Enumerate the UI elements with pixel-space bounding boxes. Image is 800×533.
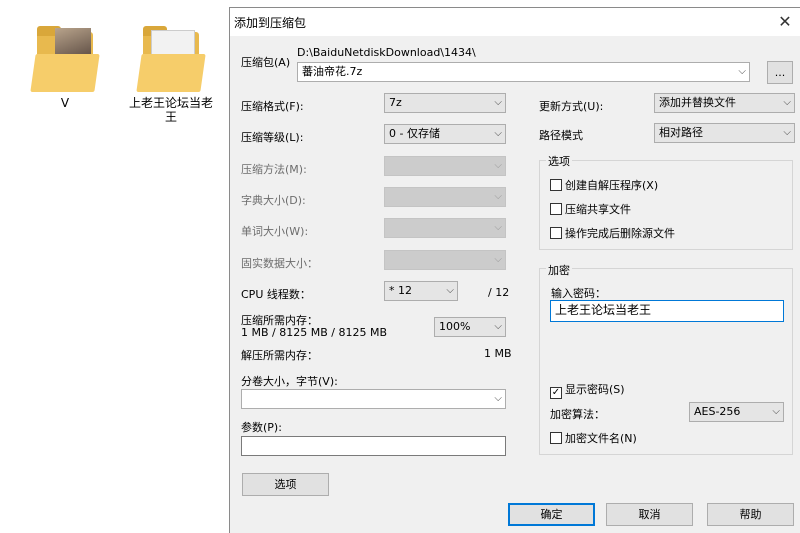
- chevron-down-icon: ⌵: [446, 285, 454, 296]
- mem-decompress-label: 解压所需内存：: [241, 349, 318, 362]
- format-label: 压缩格式(F):: [241, 100, 304, 113]
- encrypt-names-label: 加密文件名(N): [565, 432, 637, 445]
- chevron-down-icon: ⌵: [494, 191, 502, 202]
- archive-path: D:\BaiduNetdiskDownload\1434\: [297, 46, 476, 59]
- folder-v[interactable]: V: [22, 24, 108, 110]
- params-input[interactable]: [241, 436, 506, 456]
- path-select[interactable]: 相对路径 ⌵: [654, 123, 795, 143]
- solid-select: ⌵: [384, 250, 506, 270]
- archive-label: 压缩包(A): [241, 56, 291, 69]
- chevron-down-icon: ⌵: [783, 127, 791, 138]
- update-select[interactable]: 添加并替换文件 ⌵: [654, 93, 795, 113]
- level-select[interactable]: 0 - 仅存储 ⌵: [384, 124, 506, 144]
- encrypt-group-title: 加密: [546, 262, 572, 278]
- split-combo[interactable]: ⌵: [241, 389, 506, 409]
- checkbox-box: [550, 179, 562, 191]
- options-group-title: 选项: [546, 153, 572, 169]
- archive-name-value: 蕃油帝花.7z: [302, 65, 363, 78]
- archive-name-combo[interactable]: 蕃油帝花.7z ⌵: [297, 62, 750, 82]
- cpu-select[interactable]: * 12 ⌵: [384, 281, 458, 301]
- chevron-down-icon: ⌵: [494, 321, 502, 332]
- mem-decompress-value: 1 MB: [484, 347, 512, 360]
- dialog-title: 添加到压缩包: [234, 16, 307, 30]
- options-button[interactable]: 选项: [242, 473, 329, 496]
- browse-button[interactable]: ...: [767, 61, 793, 84]
- delete-source-checkbox[interactable]: 操作完成后删除源文件: [550, 225, 675, 241]
- chevron-down-icon: ⌵: [494, 393, 502, 404]
- checkbox-box: [550, 203, 562, 215]
- show-password-checkbox[interactable]: ✓ 显示密码(S): [550, 381, 625, 399]
- params-label: 参数(P):: [241, 421, 282, 434]
- show-password-label: 显示密码(S): [565, 383, 625, 396]
- level-value: 0 - 仅存储: [389, 127, 440, 140]
- checkbox-box: [550, 432, 562, 444]
- path-label: 路径模式: [539, 129, 583, 142]
- method-select: ⌵: [384, 156, 506, 176]
- help-button[interactable]: 帮助: [707, 503, 794, 526]
- encrypt-method-select[interactable]: AES-256 ⌵: [689, 402, 784, 422]
- folder-label: 上老王论坛当老王: [128, 96, 213, 124]
- title-bar: 添加到压缩包 ✕: [230, 8, 800, 36]
- shared-checkbox[interactable]: 压缩共享文件: [550, 201, 631, 217]
- ok-button[interactable]: 确定: [508, 503, 595, 526]
- chevron-down-icon: ⌵: [772, 406, 780, 417]
- cpu-value: * 12: [389, 284, 412, 297]
- update-label: 更新方式(U):: [539, 100, 604, 113]
- mem-compress-value: 1 MB / 8125 MB / 8125 MB: [241, 326, 387, 339]
- sfx-checkbox[interactable]: 创建自解压程序(X): [550, 177, 658, 193]
- desktop: V 上老王论坛当老王: [0, 0, 230, 533]
- check-icon: ✓: [550, 387, 562, 399]
- chevron-down-icon: ⌵: [738, 66, 746, 77]
- encrypt-method-value: AES-256: [694, 405, 741, 418]
- cpu-label: CPU 线程数：: [241, 288, 311, 301]
- close-icon[interactable]: ✕: [775, 12, 795, 32]
- split-label: 分卷大小，字节(V):: [241, 375, 338, 388]
- mem-percent-value: 100%: [439, 320, 471, 333]
- word-select: ⌵: [384, 218, 506, 238]
- add-to-archive-dialog: 添加到压缩包 ✕ 压缩包(A) D:\BaiduNetdiskDownload\…: [229, 7, 800, 533]
- encrypt-names-checkbox[interactable]: 加密文件名(N): [550, 430, 637, 446]
- path-value: 相对路径: [659, 126, 703, 139]
- format-value: 7z: [389, 96, 402, 109]
- folder-icon: [30, 24, 100, 94]
- chevron-down-icon: ⌵: [494, 97, 502, 108]
- chevron-down-icon: ⌵: [494, 222, 502, 233]
- solid-label: 固实数据大小：: [241, 257, 318, 270]
- password-label: 输入密码：: [551, 287, 606, 300]
- sfx-label: 创建自解压程序(X): [565, 179, 659, 192]
- password-input[interactable]: 上老王论坛当老王: [550, 300, 784, 322]
- chevron-down-icon: ⌵: [494, 254, 502, 265]
- folder-label: V: [60, 96, 70, 110]
- cpu-max: / 12: [488, 286, 510, 299]
- chevron-down-icon: ⌵: [783, 97, 791, 108]
- mem-percent-select[interactable]: 100% ⌵: [434, 317, 506, 337]
- format-select[interactable]: 7z ⌵: [384, 93, 506, 113]
- checkbox-box: [550, 227, 562, 239]
- folder-laowang[interactable]: 上老王论坛当老王: [128, 24, 214, 124]
- level-label: 压缩等级(L):: [241, 131, 304, 144]
- chevron-down-icon: ⌵: [494, 160, 502, 171]
- delete-source-label: 操作完成后删除源文件: [565, 227, 675, 240]
- dict-label: 字典大小(D):: [241, 194, 306, 207]
- method-label: 压缩方法(M):: [241, 163, 307, 176]
- shared-label: 压缩共享文件: [565, 203, 631, 216]
- folder-icon: [136, 24, 206, 94]
- encrypt-method-label: 加密算法：: [550, 408, 605, 421]
- cancel-button[interactable]: 取消: [606, 503, 693, 526]
- chevron-down-icon: ⌵: [494, 128, 502, 139]
- word-label: 单词大小(W):: [241, 225, 309, 238]
- dict-select: ⌵: [384, 187, 506, 207]
- update-value: 添加并替换文件: [659, 96, 736, 109]
